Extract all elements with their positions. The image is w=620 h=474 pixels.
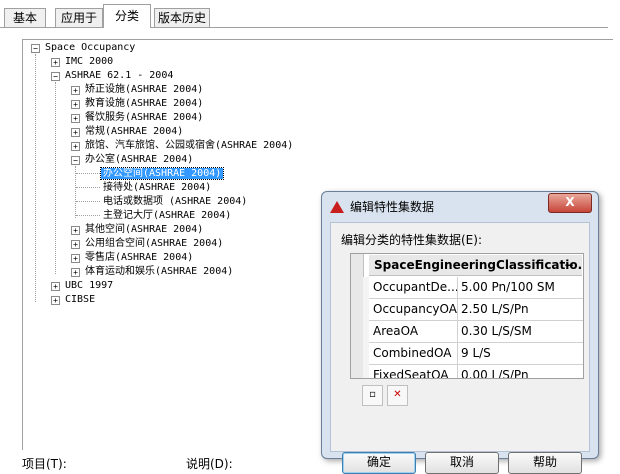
tree-node-root[interactable]: Space Occupancy [43,41,137,55]
property-row[interactable]: AreaOA 0.30 L/S/SM [369,321,583,343]
expand-icon[interactable]: + [51,282,60,291]
tree-line [35,54,36,302]
ok-button[interactable]: 确定 [342,452,416,474]
tree-line [55,82,56,274]
property-grid[interactable]: SpaceEngineeringClassificatio... − Occup… [350,253,584,379]
expand-icon[interactable]: + [71,100,80,109]
add-property-set-icon[interactable]: ▫ [362,385,383,406]
dialog-body: 编辑分类的特性集数据(E): SpaceEngineeringClassific… [330,222,590,474]
property-group-header[interactable]: SpaceEngineeringClassificatio... − [369,255,582,276]
expand-icon[interactable]: + [51,58,60,67]
tab-divider [0,27,608,28]
tab-version-history[interactable]: 版本历史 [154,8,210,27]
tab-classification[interactable]: 分类 [103,4,151,28]
expand-icon[interactable]: + [71,268,80,277]
expand-icon[interactable]: + [71,254,80,263]
tree-line [76,201,100,202]
property-row[interactable]: FixedSeatOA 0.00 L/S/Pn [369,365,583,378]
edit-property-set-dialog: 编辑特性集数据 X 编辑分类的特性集数据(E): SpaceEngineerin… [321,191,599,474]
expand-icon[interactable]: + [71,128,80,137]
remove-property-set-icon[interactable]: ✕ [387,385,408,406]
tree-node[interactable]: 体育运动和娱乐(ASHRAE 2004) [83,265,235,279]
tree-node-ashrae[interactable]: ASHRAE 62.1 - 2004 [63,69,175,83]
dialog-title: 编辑特性集数据 [330,198,434,216]
tree-line [76,173,100,174]
tree-node[interactable]: 常规(ASHRAE 2004) [83,125,185,139]
tree-node-imc[interactable]: IMC 2000 [63,55,115,69]
tree-node[interactable]: 接待处(ASHRAE 2004) [101,181,213,195]
expand-icon[interactable]: + [71,142,80,151]
tree-node[interactable]: 公用组合空间(ASHRAE 2004) [83,237,225,251]
collapse-icon[interactable]: − [564,255,574,275]
tree-node[interactable]: 餐饮服务(ASHRAE 2004) [83,111,205,125]
tree-node-office-space[interactable]: 办公空间(ASHRAE 2004) [99,167,225,181]
tab-bar: 基本 应用于 分类 版本历史 [0,0,620,28]
expand-icon[interactable]: + [71,114,80,123]
property-row[interactable]: OccupancyOA 2.50 L/S/Pn [369,299,583,321]
tree-node[interactable]: 矫正设施(ASHRAE 2004) [83,83,205,97]
property-set-label: 编辑分类的特性集数据(E): [341,233,482,247]
tree-node-ubc[interactable]: UBC 1997 [63,279,115,293]
expand-icon[interactable]: + [71,226,80,235]
tree-node[interactable]: 零售店(ASHRAE 2004) [83,251,195,265]
cancel-button[interactable]: 取消 [425,452,499,474]
tree-node-cibse[interactable]: CIBSE [63,293,97,307]
tree-line [76,215,100,216]
tab-applies-to[interactable]: 应用于 [55,8,103,27]
collapse-icon[interactable]: − [31,44,40,53]
tab-basic[interactable]: 基本 [4,8,46,27]
collapse-icon[interactable]: − [51,72,60,81]
item-label: 项目(T): [22,457,67,471]
tree-node[interactable]: 电话或数据项 (ASHRAE 2004) [101,195,249,209]
tree-node[interactable]: 旅馆、汽车旅馆、公园或宿舍(ASHRAE 2004) [83,139,295,153]
tree-node-office[interactable]: 办公室(ASHRAE 2004) [83,153,195,167]
autocad-logo-icon [330,201,344,213]
expand-icon[interactable]: + [51,296,60,305]
expand-icon[interactable]: + [71,240,80,249]
tree-line [76,187,100,188]
tree-node[interactable]: 其他空间(ASHRAE 2004) [83,223,205,237]
help-button[interactable]: 帮助 [508,452,582,474]
tree-node[interactable]: 主登记大厅(ASHRAE 2004) [101,209,233,223]
close-button[interactable]: X [548,193,592,213]
collapse-icon[interactable]: − [71,156,80,165]
property-row[interactable]: CombinedOA 9 L/S [369,343,583,365]
expand-icon[interactable]: + [71,86,80,95]
property-row[interactable]: OccupantDe... 5.00 Pn/100 SM [369,277,583,299]
description-label: 说明(D): [186,457,233,471]
tree-node[interactable]: 教育设施(ASHRAE 2004) [83,97,205,111]
